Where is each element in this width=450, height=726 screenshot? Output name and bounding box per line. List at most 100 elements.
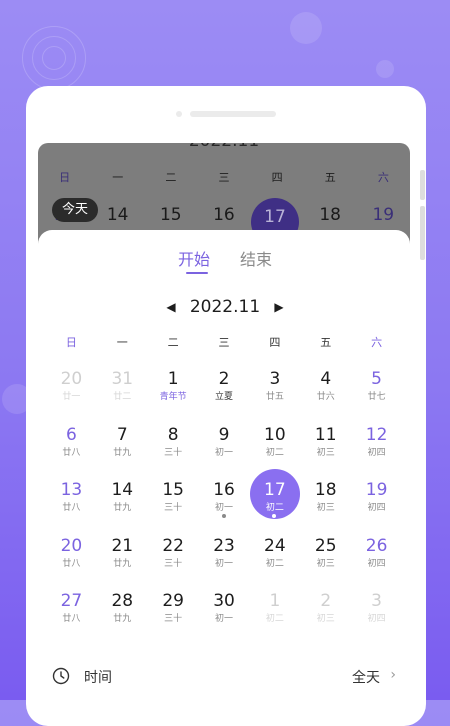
day-cell[interactable]: 2 立夏 [199, 364, 250, 420]
day-number: 15 [162, 480, 184, 500]
lunar-date: 初二 [265, 614, 284, 624]
date-picker-sheet: 开始 结束 ◀ 2022.11 ▶ 日 一 二 三 四 五 六 20 廿一 31 廿二… [38, 230, 410, 710]
tab-start[interactable]: 开始 [178, 246, 210, 270]
day-cell[interactable]: 6 廿八 [46, 420, 97, 476]
background-weekday: 四 [271, 171, 283, 184]
lunar-date: 廿八 [62, 503, 81, 513]
background-weekday: 一 [112, 171, 124, 184]
time-setting-row[interactable]: 时间 全天 › [52, 664, 396, 688]
phone-speaker [190, 111, 276, 117]
lunar-date: 廿六 [316, 392, 335, 402]
day-cell[interactable]: 11 初三 [300, 420, 351, 476]
day-cell[interactable]: 18 初三 [300, 475, 351, 531]
lunar-date: 廿七 [367, 392, 386, 402]
day-cell[interactable]: 7 廿九 [97, 420, 148, 476]
day-cell[interactable]: 23 初一 [199, 531, 250, 587]
day-cell[interactable]: 9 初一 [199, 420, 250, 476]
day-cell[interactable]: 2 初三 [300, 586, 351, 642]
day-cell[interactable]: 15 三十 [148, 475, 199, 531]
background-day: 18 [319, 205, 341, 225]
day-cell[interactable]: 25 初三 [300, 531, 351, 587]
day-number: 2 [218, 369, 230, 389]
day-cell[interactable]: 4 廿六 [300, 364, 351, 420]
day-cell[interactable]: 19 初四 [351, 475, 402, 531]
lunar-date: 三十 [164, 558, 183, 569]
day-cell[interactable]: 20 廿八 [46, 531, 97, 587]
lunar-date: 初一 [215, 614, 234, 624]
day-grid: 20 廿一 31 廿二 1 青年节 2 立夏 3 廿五 4 廿六 5 廿七 6 廿八 7 廿九 8 三十 9 初一 10 初二… [46, 364, 402, 642]
weekday-label: 二 [167, 336, 179, 349]
background-day: 16 [213, 205, 235, 225]
day-number: 4 [320, 369, 332, 389]
today-dot-icon [272, 514, 277, 518]
decorative-rings [22, 26, 86, 90]
day-cell[interactable]: 22 三十 [148, 531, 199, 587]
day-cell[interactable]: 13 廿八 [46, 475, 97, 531]
lunar-date: 廿八 [62, 614, 81, 624]
day-cell[interactable]: 10 初二 [249, 420, 300, 476]
weekday-header: 日 一 二 三 四 五 六 [46, 334, 402, 350]
day-cell[interactable]: 1 初二 [249, 586, 300, 642]
day-cell[interactable]: 28 廿九 [97, 586, 148, 642]
day-number: 29 [162, 591, 184, 611]
tab-end[interactable]: 结束 [240, 246, 272, 270]
day-number: 25 [314, 535, 337, 556]
day-number: 24 [264, 535, 286, 556]
day-number: 3 [269, 369, 281, 389]
background-weekday: 日 [59, 171, 71, 184]
day-cell[interactable]: 20 廿一 [46, 364, 97, 420]
lunar-date: 初二 [265, 558, 284, 569]
day-number: 30 [213, 591, 235, 611]
lunar-date: 初一 [215, 503, 234, 513]
day-number: 28 [111, 591, 134, 611]
day-cell[interactable]: 21 廿九 [97, 531, 148, 587]
day-cell[interactable]: 8 三十 [148, 420, 199, 476]
day-cell[interactable]: 24 初二 [249, 531, 300, 587]
background-day: 15 [159, 205, 182, 225]
day-cell[interactable]: 1 青年节 [148, 364, 199, 420]
day-cell[interactable]: 3 初四 [351, 586, 402, 642]
lunar-date: 初二 [265, 447, 284, 458]
day-number: 5 [371, 369, 382, 389]
selected-day-cell[interactable]: 17 初二 [249, 469, 301, 531]
lunar-date: 初四 [367, 614, 386, 624]
day-number: 9 [218, 424, 230, 445]
lunar-date: 初四 [367, 447, 386, 458]
day-number: 20 [60, 535, 83, 556]
day-number: 1 [167, 369, 179, 389]
day-cell[interactable]: 5 廿七 [351, 364, 402, 420]
day-cell[interactable]: 30 初一 [199, 586, 250, 642]
today-chip[interactable]: 今天 [52, 198, 98, 222]
lunar-date: 初三 [316, 447, 335, 458]
day-cell[interactable]: 3 廿五 [249, 364, 300, 420]
lunar-date: 廿五 [265, 392, 284, 402]
time-label: 时间 [84, 670, 112, 686]
day-cell[interactable]: 29 三十 [148, 586, 199, 642]
triangle-left-icon[interactable]: ◀ [158, 294, 184, 320]
phone-side-button [420, 170, 425, 200]
day-cell[interactable]: 12 初四 [351, 420, 402, 476]
day-cell[interactable]: 16 初一 [199, 475, 250, 531]
day-cell[interactable]: 14 廿九 [97, 475, 148, 531]
day-cell[interactable]: 26 初四 [351, 531, 402, 587]
weekday-label: 日 [65, 336, 77, 349]
lunar-date: 初一 [215, 447, 234, 458]
day-number: 14 [111, 480, 134, 500]
day-cell[interactable]: 31 廿二 [97, 364, 148, 420]
phone-side-button [420, 206, 425, 260]
background-weekday: 二 [165, 171, 177, 184]
lunar-date: 初三 [316, 558, 335, 569]
month-title: 2022.11 [189, 297, 261, 317]
day-number: 1 [269, 591, 281, 611]
chevron-right-icon: › [390, 667, 396, 683]
lunar-date: 立夏 [215, 392, 234, 402]
day-number: 7 [116, 424, 128, 445]
background-selected-day: 17 [264, 207, 286, 227]
day-number: 10 [264, 424, 286, 445]
triangle-right-icon[interactable]: ▶ [266, 294, 292, 320]
day-cell[interactable]: 27 廿八 [46, 586, 97, 642]
background-day: 14 [106, 205, 129, 225]
day-number: 8 [167, 424, 179, 445]
day-number: 3 [371, 591, 382, 611]
day-number: 20 [60, 369, 83, 389]
